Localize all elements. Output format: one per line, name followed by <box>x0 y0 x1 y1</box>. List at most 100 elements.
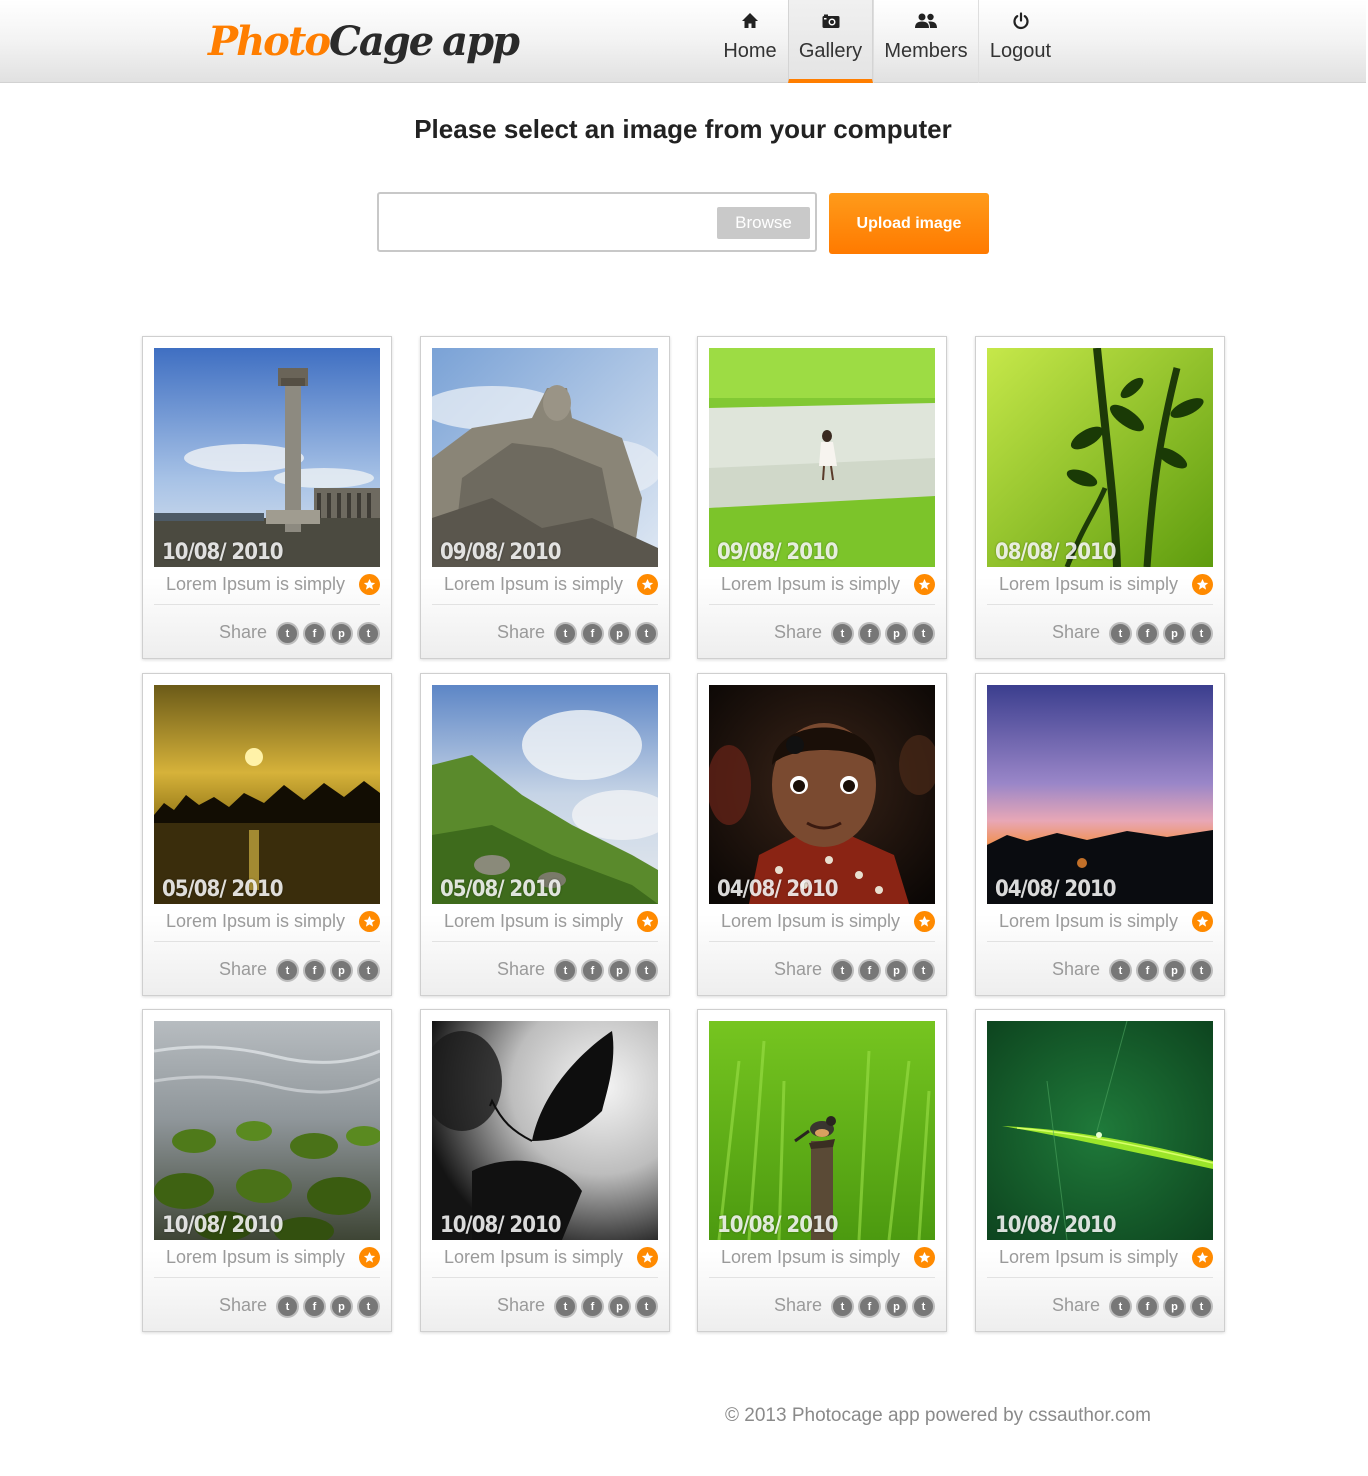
butterfly-silhouette-photo[interactable]: 10/08/ 2010 <box>432 1021 658 1240</box>
twitter-icon[interactable]: t <box>276 622 299 645</box>
facebook-icon[interactable]: f <box>858 622 881 645</box>
photo-date: 05/08/ 2010 <box>162 877 284 902</box>
tumblr-icon[interactable]: t <box>357 622 380 645</box>
facebook-icon[interactable]: f <box>1136 959 1159 982</box>
share-icons: t f p t <box>831 959 935 982</box>
hill-clouds-photo[interactable]: 05/08/ 2010 <box>432 685 658 904</box>
favorite-star-icon[interactable] <box>1192 574 1213 595</box>
pinterest-icon[interactable]: p <box>608 622 631 645</box>
favorite-star-icon[interactable] <box>1192 911 1213 932</box>
share-label: Share <box>497 622 546 642</box>
card-divider <box>432 1277 658 1278</box>
tumblr-icon[interactable]: t <box>1190 1295 1213 1318</box>
child-portrait-photo[interactable]: 04/08/ 2010 <box>709 685 935 904</box>
twitter-icon[interactable]: t <box>831 622 854 645</box>
favorite-star-icon[interactable] <box>637 574 658 595</box>
bird-on-post-photo[interactable]: 10/08/ 2010 <box>709 1021 935 1240</box>
tumblr-icon[interactable]: t <box>912 622 935 645</box>
favorite-star-icon[interactable] <box>914 1247 935 1268</box>
green-plant-image <box>987 348 1213 567</box>
tumblr-icon[interactable]: t <box>357 959 380 982</box>
pinterest-icon[interactable]: p <box>330 1295 353 1318</box>
favorite-star-icon[interactable] <box>914 574 935 595</box>
photo-caption: Lorem Ipsum is simply <box>444 911 624 931</box>
twitter-icon[interactable]: t <box>1109 1295 1132 1318</box>
share-label: Share <box>1052 1295 1101 1315</box>
tumblr-icon[interactable]: t <box>1190 622 1213 645</box>
favorite-star-icon[interactable] <box>637 911 658 932</box>
favorite-star-icon[interactable] <box>914 911 935 932</box>
twitter-icon[interactable]: t <box>554 1295 577 1318</box>
share-icons: t f p t <box>554 1295 658 1318</box>
tumblr-icon[interactable]: t <box>635 622 658 645</box>
share-label: Share <box>219 1295 268 1315</box>
main-nav: Home Gallery Members Logout <box>712 0 1062 83</box>
dusk-sky-photo[interactable]: 04/08/ 2010 <box>987 685 1213 904</box>
share-label: Share <box>774 959 823 979</box>
app-logo[interactable]: PhotoCage app <box>208 14 520 70</box>
facebook-icon[interactable]: f <box>1136 622 1159 645</box>
facebook-icon[interactable]: f <box>581 622 604 645</box>
card-divider <box>154 1277 380 1278</box>
twitter-icon[interactable]: t <box>276 959 299 982</box>
photo-date: 05/08/ 2010 <box>440 877 562 902</box>
favorite-star-icon[interactable] <box>1192 1247 1213 1268</box>
pinterest-icon[interactable]: p <box>1163 622 1186 645</box>
tumblr-icon[interactable]: t <box>1190 959 1213 982</box>
share-icons: t f p t <box>276 959 380 982</box>
nav-item-members[interactable]: Members <box>873 0 978 83</box>
favorite-star-icon[interactable] <box>637 1247 658 1268</box>
card-divider <box>987 1277 1213 1278</box>
tumblr-icon[interactable]: t <box>635 959 658 982</box>
pinterest-icon[interactable]: p <box>885 959 908 982</box>
share-icons: t f p t <box>554 622 658 645</box>
facebook-icon[interactable]: f <box>303 1295 326 1318</box>
pinterest-icon[interactable]: p <box>330 622 353 645</box>
facebook-icon[interactable]: f <box>581 1295 604 1318</box>
facebook-icon[interactable]: f <box>858 1295 881 1318</box>
tumblr-icon[interactable]: t <box>635 1295 658 1318</box>
tumblr-icon[interactable]: t <box>357 1295 380 1318</box>
twitter-icon[interactable]: t <box>1109 959 1132 982</box>
facebook-icon[interactable]: f <box>858 959 881 982</box>
statue-photo[interactable]: 09/08/ 2010 <box>432 348 658 567</box>
nav-item-gallery[interactable]: Gallery <box>788 0 873 83</box>
twitter-icon[interactable]: t <box>831 959 854 982</box>
favorite-star-icon[interactable] <box>359 1247 380 1268</box>
pinterest-icon[interactable]: p <box>1163 959 1186 982</box>
tumblr-icon[interactable]: t <box>912 1295 935 1318</box>
dewdrop-leaf-photo[interactable]: 10/08/ 2010 <box>987 1021 1213 1240</box>
favorite-star-icon[interactable] <box>359 574 380 595</box>
photo-caption: Lorem Ipsum is simply <box>999 911 1179 931</box>
nav-item-logout[interactable]: Logout <box>978 0 1062 83</box>
power-icon <box>1012 12 1029 30</box>
stone-pillar-photo[interactable]: 10/08/ 2010 <box>154 348 380 567</box>
favorite-star-icon[interactable] <box>359 911 380 932</box>
mossy-rocks-photo[interactable]: 10/08/ 2010 <box>154 1021 380 1240</box>
twitter-icon[interactable]: t <box>831 1295 854 1318</box>
twitter-icon[interactable]: t <box>1109 622 1132 645</box>
share-label: Share <box>219 959 268 979</box>
green-plant-photo[interactable]: 08/08/ 2010 <box>987 348 1213 567</box>
facebook-icon[interactable]: f <box>303 959 326 982</box>
pinterest-icon[interactable]: p <box>608 959 631 982</box>
facebook-icon[interactable]: f <box>303 622 326 645</box>
browse-button[interactable]: Browse <box>717 207 810 239</box>
upload-image-button[interactable]: Upload image <box>829 193 989 254</box>
facebook-icon[interactable]: f <box>581 959 604 982</box>
nav-item-home[interactable]: Home <box>712 0 788 83</box>
tumblr-icon[interactable]: t <box>912 959 935 982</box>
pinterest-icon[interactable]: p <box>885 622 908 645</box>
sunset-lake-photo[interactable]: 05/08/ 2010 <box>154 685 380 904</box>
twitter-icon[interactable]: t <box>554 959 577 982</box>
photo-card: 09/08/ 2010 Lorem Ipsum is simply Share … <box>697 336 947 659</box>
photo-date: 10/08/ 2010 <box>995 1213 1117 1238</box>
pinterest-icon[interactable]: p <box>885 1295 908 1318</box>
facebook-icon[interactable]: f <box>1136 1295 1159 1318</box>
girl-in-field-photo[interactable]: 09/08/ 2010 <box>709 348 935 567</box>
pinterest-icon[interactable]: p <box>608 1295 631 1318</box>
twitter-icon[interactable]: t <box>554 622 577 645</box>
twitter-icon[interactable]: t <box>276 1295 299 1318</box>
pinterest-icon[interactable]: p <box>1163 1295 1186 1318</box>
pinterest-icon[interactable]: p <box>330 959 353 982</box>
